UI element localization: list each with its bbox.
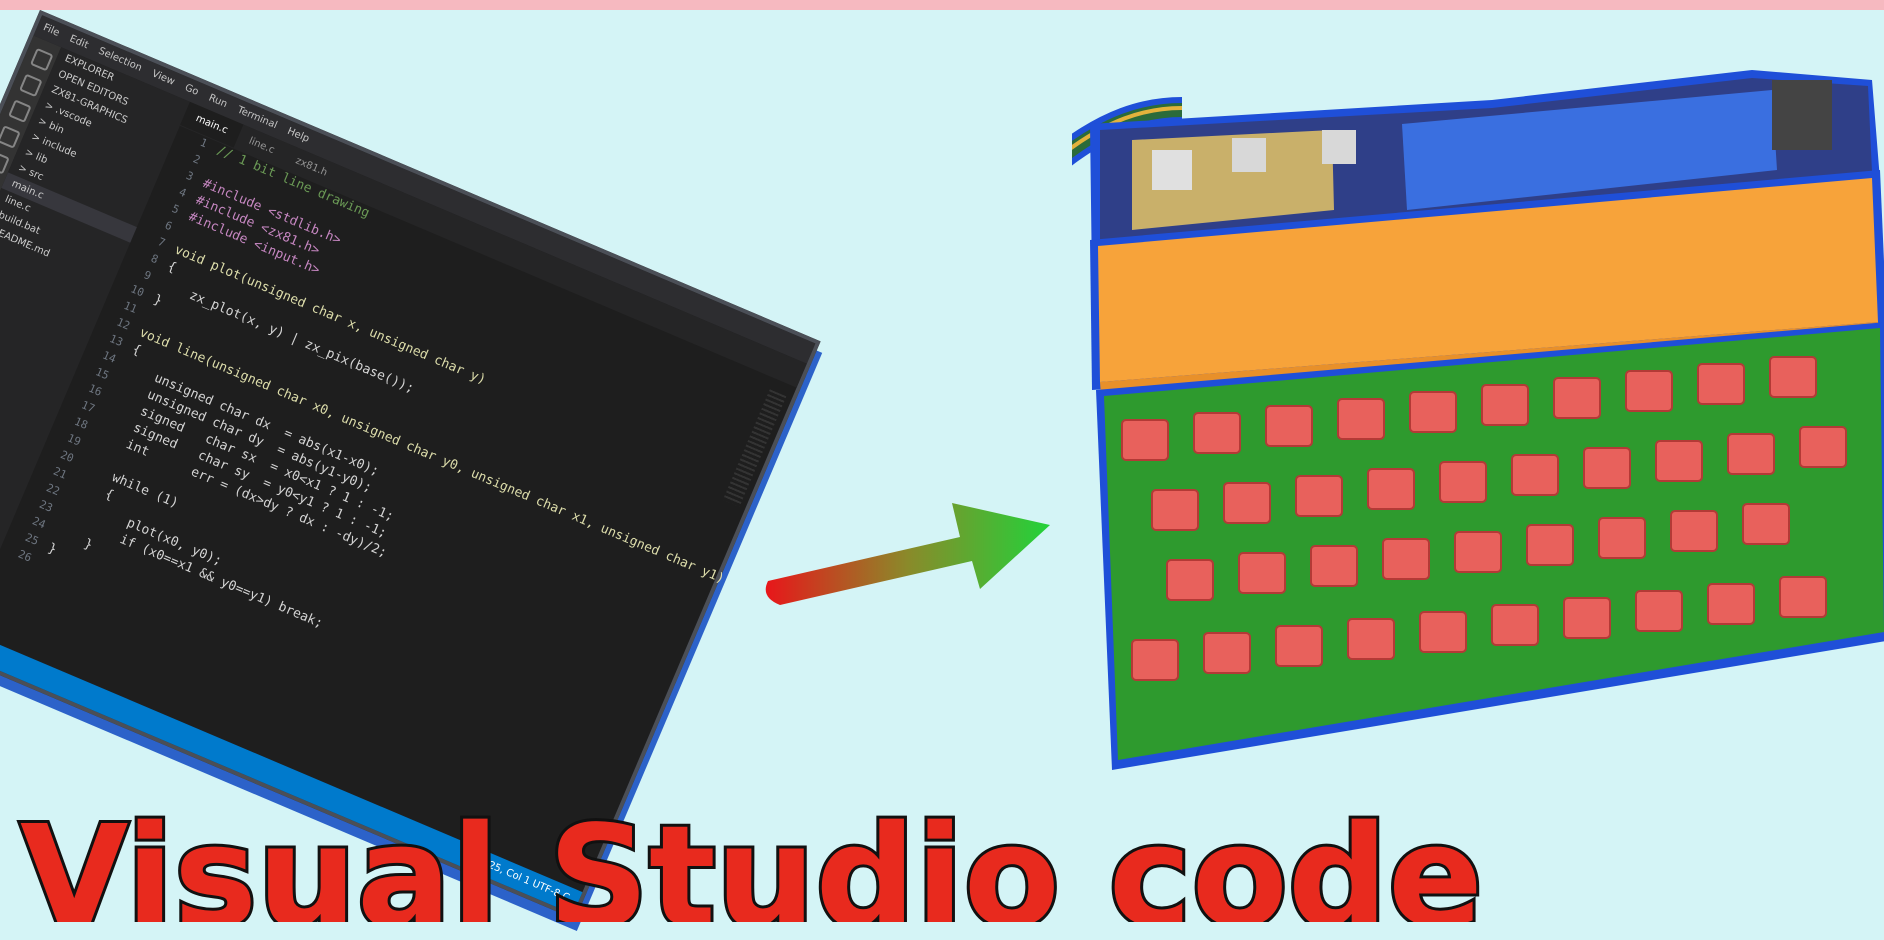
keyboard-key — [1625, 370, 1673, 412]
menu-item: Go — [183, 82, 201, 98]
caption-text: Visual Studio code — [17, 808, 1486, 922]
keyboard-key — [1238, 552, 1286, 594]
keyboard-key — [1419, 611, 1467, 653]
keyboard-key — [1193, 412, 1241, 454]
keyboard-key — [1769, 356, 1817, 398]
keyboard-key — [1727, 433, 1775, 475]
keyboard-key — [1166, 559, 1214, 601]
top-stripe — [0, 0, 1884, 10]
menu-item: View — [150, 68, 177, 88]
keyboard-key — [1799, 426, 1847, 468]
keyboard-key — [1779, 576, 1827, 618]
keyboard-key — [1275, 625, 1323, 667]
menu-item: Run — [206, 92, 229, 111]
source-control-icon — [8, 99, 32, 123]
keyboard-key — [1481, 384, 1529, 426]
keyboard-key — [1670, 510, 1718, 552]
video-caption: Visual Studio code — [0, 808, 1884, 922]
keyboard-key — [1367, 468, 1415, 510]
keyboard-key — [1439, 461, 1487, 503]
code-editor-window: FileEditSelectionViewGoRunTerminalHelp E… — [0, 10, 821, 920]
keyboard-key — [1553, 377, 1601, 419]
keyboard-key — [1491, 604, 1539, 646]
keyboard-key — [1310, 545, 1358, 587]
keyboard-key — [1454, 531, 1502, 573]
keyboard-key — [1697, 363, 1745, 405]
menu-item: Edit — [67, 33, 90, 52]
keyboard-key — [1382, 538, 1430, 580]
keyboard-key — [1635, 590, 1683, 632]
menu-item: Help — [285, 125, 311, 145]
keyboard-key — [1337, 398, 1385, 440]
keyboard-key — [1151, 489, 1199, 531]
keyboard-key — [1295, 475, 1343, 517]
menu-item: File — [41, 22, 62, 39]
keyboard-key — [1121, 419, 1169, 461]
keyboard-key — [1511, 454, 1559, 496]
debug-icon — [0, 125, 21, 149]
keyboard-key — [1265, 405, 1313, 447]
keyboard-key — [1203, 632, 1251, 674]
keyboard-key — [1131, 639, 1179, 681]
keyboard-key — [1655, 440, 1703, 482]
keyboard-key — [1526, 524, 1574, 566]
keyboard-key — [1583, 447, 1631, 489]
keyboard-key — [1598, 517, 1646, 559]
keyboard-key — [1707, 583, 1755, 625]
keyboard-key — [1742, 503, 1790, 545]
keyboard-key — [1409, 391, 1457, 433]
keyboard-key — [1347, 618, 1395, 660]
files-icon — [29, 47, 54, 72]
search-icon — [19, 73, 43, 98]
right-arrow-icon — [765, 503, 1050, 605]
keyboard-key — [1223, 482, 1271, 524]
keyboard-key — [1563, 597, 1611, 639]
